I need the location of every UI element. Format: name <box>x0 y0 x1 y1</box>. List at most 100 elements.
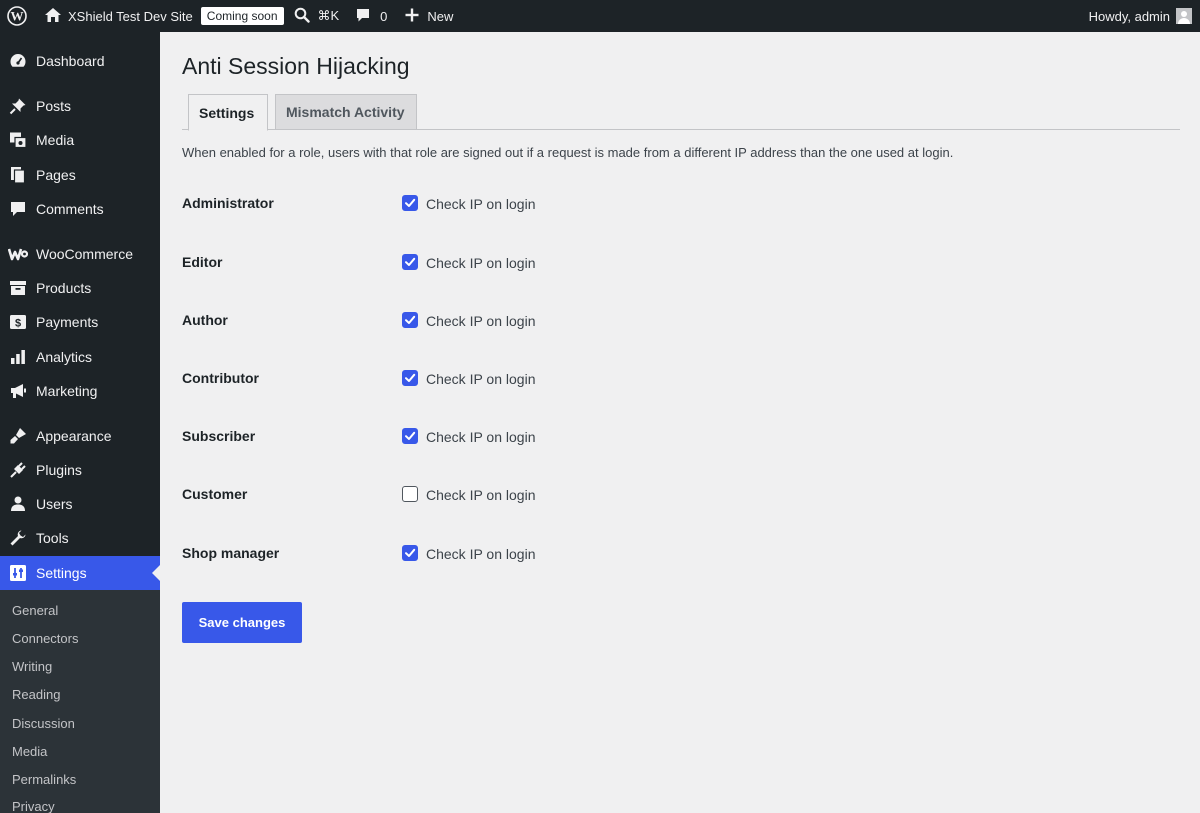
submenu-item-permalinks[interactable]: Permalinks <box>12 772 76 787</box>
svg-text:$: $ <box>15 318 21 330</box>
role-label: Contributor <box>182 370 259 386</box>
comments-link[interactable]: 0 <box>355 0 387 32</box>
role-row: Administrator Check IP on login <box>182 192 1180 216</box>
site-name-link[interactable]: XShield Test Dev Site <box>44 0 193 32</box>
check-ip-label[interactable]: Check IP on login <box>426 487 535 503</box>
sidebar-item-settings[interactable]: Settings <box>0 556 160 590</box>
role-row: Contributor Check IP on login <box>182 367 1180 391</box>
checkmark-icon <box>405 198 416 207</box>
command-palette-button[interactable]: ⌘K <box>294 0 340 32</box>
my-account-menu[interactable]: Howdy, admin <box>1089 0 1192 32</box>
sidebar-item-analytics[interactable]: Analytics <box>0 340 160 374</box>
check-ip-checkbox[interactable] <box>402 545 418 561</box>
media-icon <box>8 130 28 150</box>
submenu-item-connectors[interactable]: Connectors <box>12 631 78 646</box>
submenu-item-writing[interactable]: Writing <box>12 659 52 674</box>
site-name: XShield Test Dev Site <box>68 8 193 24</box>
role-row: Author Check IP on login <box>182 309 1180 333</box>
tab-mismatch-activity[interactable]: Mismatch Activity <box>275 94 417 130</box>
page-title: Anti Session Hijacking <box>182 53 410 79</box>
new-content-button[interactable]: New <box>405 0 453 32</box>
sidebar-item-tools[interactable]: Tools <box>0 521 160 555</box>
greeting: Howdy, admin <box>1088 8 1170 24</box>
wrench-icon <box>8 528 28 548</box>
sidebar-item-appearance[interactable]: Appearance <box>0 419 160 453</box>
check-ip-checkbox[interactable] <box>402 428 418 444</box>
tab-settings[interactable]: Settings <box>188 94 268 131</box>
check-ip-checkbox[interactable] <box>402 195 418 211</box>
pin-icon <box>8 96 28 116</box>
checkmark-icon <box>405 431 416 440</box>
sidebar-item-payments[interactable]: $ Payments <box>0 305 160 339</box>
avatar <box>1176 8 1192 24</box>
check-ip-checkbox[interactable] <box>402 370 418 386</box>
role-row: Subscriber Check IP on login <box>182 425 1180 449</box>
check-ip-label[interactable]: Check IP on login <box>426 313 535 329</box>
archive-icon <box>8 278 28 298</box>
save-changes-button[interactable]: Save changes <box>182 602 302 643</box>
comment-icon <box>355 7 371 26</box>
dashboard-icon <box>8 51 28 71</box>
plugin-icon <box>8 460 28 480</box>
role-row: Editor Check IP on login <box>182 251 1180 275</box>
role-label: Author <box>182 312 228 328</box>
check-ip-label[interactable]: Check IP on login <box>426 371 535 387</box>
pages-icon <box>8 165 28 185</box>
plus-icon <box>405 8 419 25</box>
role-label: Administrator <box>182 195 274 211</box>
checkmark-icon <box>405 373 416 382</box>
admin-sidebar: Dashboard Posts Media Pages Comments Woo… <box>0 32 160 813</box>
sidebar-item-media[interactable]: Media <box>0 123 160 157</box>
check-ip-label[interactable]: Check IP on login <box>426 255 535 271</box>
megaphone-icon <box>8 381 28 401</box>
role-label: Editor <box>182 254 223 270</box>
sidebar-item-marketing[interactable]: Marketing <box>0 374 160 408</box>
coming-soon-badge[interactable]: Coming soon <box>200 7 284 25</box>
comment-icon <box>8 199 28 219</box>
home-icon <box>44 7 62 26</box>
payments-icon: $ <box>8 312 28 332</box>
role-row: Customer Check IP on login <box>182 483 1180 507</box>
comments-count: 0 <box>380 8 388 24</box>
check-ip-label[interactable]: Check IP on login <box>426 196 535 212</box>
svg-text:W: W <box>11 9 24 24</box>
admin-bar: W XShield Test Dev Site Coming soon ⌘K 0… <box>0 0 1200 32</box>
search-icon <box>294 7 310 26</box>
submenu-item-general[interactable]: General <box>12 603 58 618</box>
sidebar-item-woocommerce[interactable]: WooCommerce <box>0 237 160 271</box>
wordpress-logo-icon[interactable]: W <box>0 0 34 32</box>
role-label: Shop manager <box>182 545 280 561</box>
sidebar-item-comments[interactable]: Comments <box>0 192 160 226</box>
check-ip-checkbox[interactable] <box>402 312 418 328</box>
settings-icon <box>8 563 28 583</box>
checkmark-icon <box>405 548 416 557</box>
sidebar-item-pages[interactable]: Pages <box>0 158 160 192</box>
check-ip-label[interactable]: Check IP on login <box>426 429 535 445</box>
check-ip-checkbox[interactable] <box>402 486 418 502</box>
check-ip-checkbox[interactable] <box>402 254 418 270</box>
bar-chart-icon <box>8 347 28 367</box>
settings-description: When enabled for a role, users with that… <box>182 145 954 160</box>
woocommerce-icon <box>8 244 28 264</box>
new-label: New <box>427 8 454 24</box>
checkmark-icon <box>405 315 416 324</box>
check-ip-label[interactable]: Check IP on login <box>426 546 535 562</box>
paintbrush-icon <box>8 426 28 446</box>
role-row: Shop manager Check IP on login <box>182 542 1180 566</box>
submenu-item-media[interactable]: Media <box>12 744 47 759</box>
role-label: Customer <box>182 486 248 502</box>
settings-submenu: General Connectors Writing Reading Discu… <box>0 590 160 813</box>
shortcut-label: ⌘K <box>317 8 340 23</box>
submenu-item-discussion[interactable]: Discussion <box>12 716 75 731</box>
sidebar-item-plugins[interactable]: Plugins <box>0 453 160 487</box>
submenu-item-reading[interactable]: Reading <box>12 687 60 702</box>
role-label: Subscriber <box>182 428 256 444</box>
sidebar-item-products[interactable]: Products <box>0 271 160 305</box>
user-icon <box>8 494 28 514</box>
checkmark-icon <box>405 257 416 266</box>
main-content: Anti Session Hijacking Settings Mismatch… <box>160 32 1200 813</box>
sidebar-item-users[interactable]: Users <box>0 487 160 521</box>
sidebar-item-posts[interactable]: Posts <box>0 89 160 123</box>
submenu-item-privacy[interactable]: Privacy <box>12 799 55 813</box>
sidebar-item-dashboard[interactable]: Dashboard <box>0 44 160 78</box>
